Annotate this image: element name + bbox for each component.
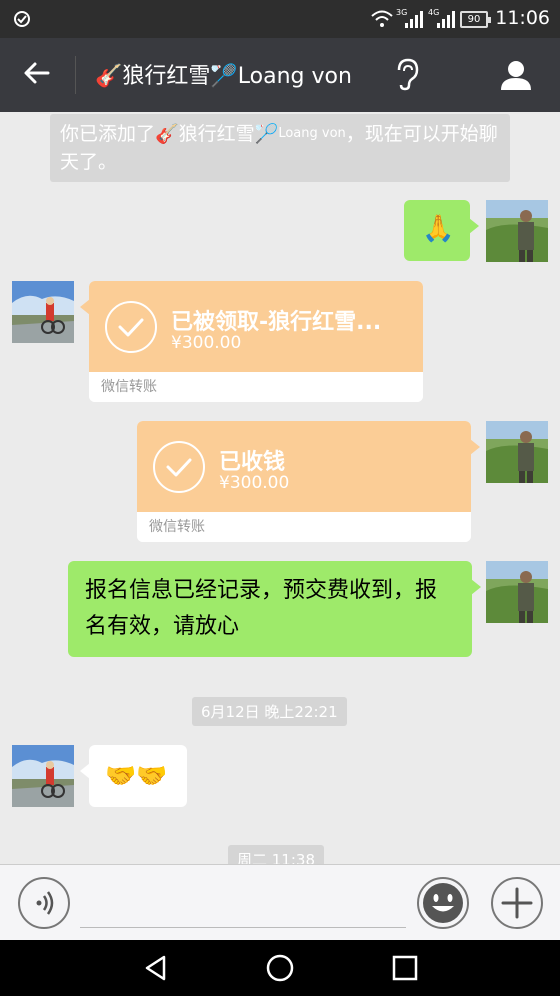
avatar-self[interactable] xyxy=(486,200,548,262)
transfer-footer: 微信转账 xyxy=(137,512,471,542)
avatar-self[interactable] xyxy=(486,561,548,623)
voice-icon[interactable] xyxy=(18,877,70,929)
message-bubble-emoji[interactable]: 🤝🤝 xyxy=(80,745,187,807)
time-divider: 6月12日 晚上22:21 xyxy=(192,697,347,726)
ear-icon[interactable] xyxy=(394,57,420,95)
transfer-amount: ¥300.00 xyxy=(171,333,242,353)
system-message: 你已添加了🎸狼行红雪🏸Loang von，现在可以开始聊天了。 xyxy=(50,114,510,182)
message-bubble-text[interactable]: 报名信息已经记录，预交费收到，报名有效，请放心 xyxy=(68,561,481,657)
system-nav-bar xyxy=(0,940,560,996)
transfer-amount: ¥300.00 xyxy=(219,473,290,493)
avatar-friend[interactable] xyxy=(12,745,74,807)
person-icon[interactable] xyxy=(498,57,534,97)
avatar-friend[interactable] xyxy=(12,281,74,343)
check-circle-icon xyxy=(105,301,157,353)
chat-header: 🎸狼行红雪🏸Loang von xyxy=(0,38,560,112)
message-input[interactable] xyxy=(80,927,406,928)
nav-back-icon[interactable] xyxy=(142,954,170,986)
transfer-card-top: 已被领取-狼行红雪... ¥300.00 xyxy=(89,281,423,372)
system-message-name-sup: Loang von xyxy=(278,126,346,141)
nav-recents-icon[interactable] xyxy=(391,954,419,986)
avatar-self[interactable] xyxy=(486,421,548,483)
system-message-prefix: 你已添加了🎸狼行红雪🏸 xyxy=(60,123,279,145)
notification-icon xyxy=(12,9,32,33)
chat-title: 🎸狼行红雪🏸Loang von xyxy=(95,64,352,89)
signal-icon xyxy=(404,9,426,33)
back-arrow-icon[interactable] xyxy=(22,58,52,92)
transfer-card-received[interactable]: 已被领取-狼行红雪... ¥300.00 微信转账 xyxy=(80,281,423,402)
transfer-card-top: 已收钱 ¥300.00 xyxy=(137,421,471,512)
wifi-icon xyxy=(370,9,394,33)
message-emoji: 🙏 xyxy=(422,214,455,244)
battery-indicator: 90 xyxy=(460,11,491,28)
status-bar: 3G 4G 90 11:06 xyxy=(0,0,560,38)
nav-home-icon[interactable] xyxy=(265,953,295,987)
transfer-card-collected[interactable]: 已收钱 ¥300.00 微信转账 xyxy=(137,421,480,542)
message-text: 报名信息已经记录，预交费收到，报名有效，请放心 xyxy=(85,578,438,639)
plus-icon[interactable] xyxy=(491,877,543,929)
transfer-footer: 微信转账 xyxy=(89,372,423,402)
message-bubble-emoji[interactable]: 🙏 xyxy=(404,200,479,261)
transfer-title: 已被领取-狼行红雪... xyxy=(171,310,382,335)
emoji-icon[interactable] xyxy=(417,877,469,929)
input-bar xyxy=(0,864,560,941)
status-time: 11:06 xyxy=(495,7,550,29)
signal-icon-2 xyxy=(436,9,458,33)
header-divider xyxy=(75,56,76,94)
message-emoji: 🤝🤝 xyxy=(105,761,168,790)
check-circle-icon xyxy=(153,441,205,493)
transfer-title: 已收钱 xyxy=(219,450,286,475)
